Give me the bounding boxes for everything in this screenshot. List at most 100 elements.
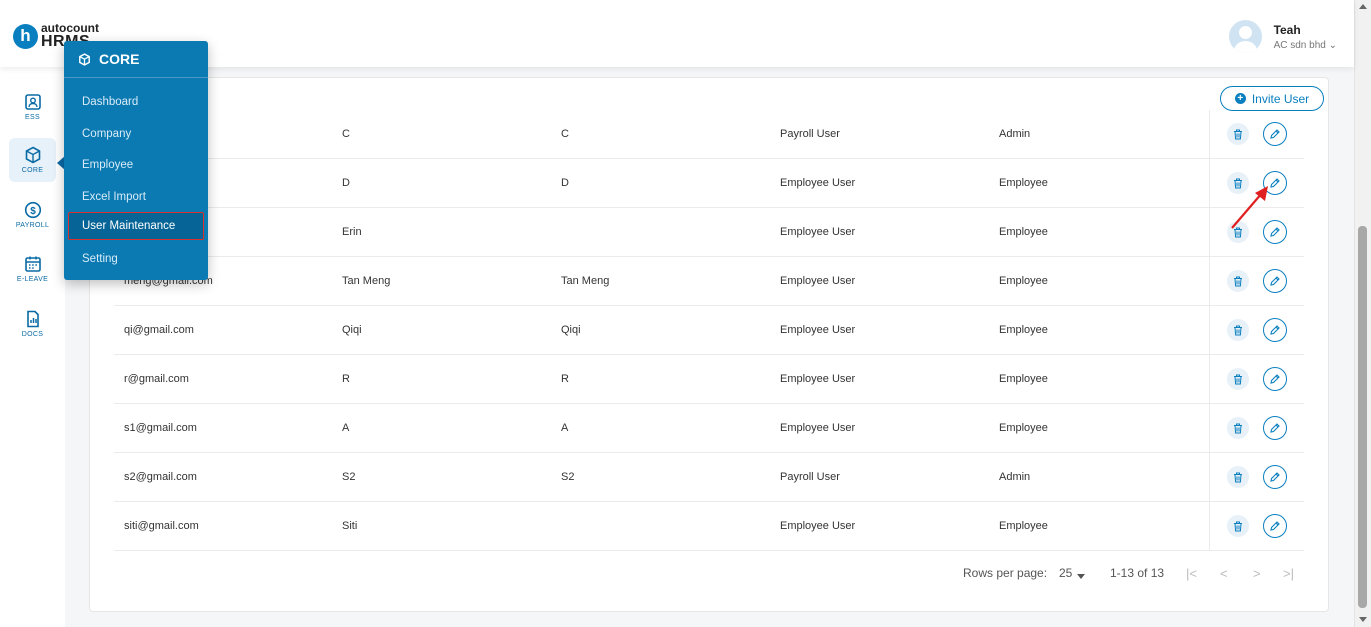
- menu-item-employee[interactable]: Employee: [82, 159, 133, 171]
- document-icon: [26, 310, 39, 328]
- name-cell: R: [342, 373, 350, 385]
- rail-item-ess[interactable]: ESS: [9, 85, 56, 129]
- pencil-icon: [1270, 521, 1280, 531]
- user-company: AC sdn bhd ⌄: [1273, 39, 1337, 51]
- chevron-down-icon: ⌄: [1328, 39, 1337, 51]
- user-type-cell: Employee User: [780, 324, 856, 336]
- scroll-down-arrow[interactable]: [1359, 617, 1367, 622]
- access-cell: Employee: [999, 373, 1048, 385]
- name-cell: Erin: [342, 226, 362, 238]
- logo-mark: h: [13, 23, 38, 49]
- rail-label-ess: ESS: [25, 114, 40, 121]
- table-row: s1@gmail.com A A Employee User Employee: [114, 404, 1304, 453]
- delete-button[interactable]: [1227, 319, 1249, 341]
- rows-per-page-label: Rows per page:: [963, 566, 1048, 580]
- name-cell: S2: [342, 471, 356, 483]
- email-cell: s1@gmail.com: [124, 422, 197, 434]
- trash-icon: [1234, 374, 1242, 384]
- invite-user-button[interactable]: + Invite User: [1220, 86, 1324, 111]
- scroll-thumb[interactable]: [1358, 226, 1367, 608]
- edit-button[interactable]: [1263, 269, 1287, 293]
- rail-item-core[interactable]: CORE: [9, 138, 56, 182]
- trash-icon: [1234, 276, 1242, 286]
- table-row: siti@gmail.com Siti Employee User Employ…: [114, 502, 1304, 551]
- menu-item-setting[interactable]: Setting: [82, 253, 118, 265]
- edit-button[interactable]: [1263, 465, 1287, 489]
- user-type-cell: Payroll User: [780, 471, 840, 483]
- rail-label-payroll: PAYROLL: [15, 222, 50, 229]
- display-name-cell: Qiqi: [561, 324, 581, 336]
- flyout-header: CORE: [64, 41, 208, 78]
- access-cell: Employee: [999, 177, 1048, 189]
- cube-icon: [25, 146, 40, 164]
- pencil-icon: [1270, 423, 1280, 433]
- delete-button[interactable]: [1227, 123, 1249, 145]
- email-cell: s2@gmail.com: [124, 471, 197, 483]
- delete-button[interactable]: [1227, 515, 1249, 537]
- user-type-cell: Employee User: [780, 177, 856, 189]
- user-type-cell: Employee User: [780, 373, 856, 385]
- menu-item-label: User Maintenance: [82, 220, 176, 232]
- pencil-icon: [1270, 325, 1280, 335]
- edit-button[interactable]: [1263, 367, 1287, 391]
- page-scrollbar[interactable]: [1354, 0, 1371, 627]
- user-menu[interactable]: Teah AC sdn bhd ⌄: [1228, 20, 1337, 53]
- trash-icon: [1234, 325, 1242, 335]
- menu-item-user-maintenance[interactable]: User Maintenance: [68, 212, 204, 240]
- name-cell: A: [342, 422, 350, 434]
- pencil-icon: [1270, 276, 1280, 286]
- page-range: 1-13 of 13: [1110, 566, 1165, 580]
- table-row: qi@gmail.com Qiqi Qiqi Employee User Emp…: [114, 306, 1304, 355]
- delete-button[interactable]: [1227, 466, 1249, 488]
- next-page-button[interactable]: >: [1253, 566, 1261, 581]
- display-name-cell: Tan Meng: [561, 275, 610, 287]
- user-name: Teah: [1273, 22, 1301, 37]
- display-name-cell: D: [561, 177, 569, 189]
- table-row: s2@gmail.com S2 S2 Payroll User Admin: [114, 453, 1304, 502]
- menu-item-company[interactable]: Company: [82, 128, 131, 140]
- display-name-cell: R: [561, 373, 569, 385]
- edit-button[interactable]: [1263, 318, 1287, 342]
- delete-button[interactable]: [1227, 368, 1249, 390]
- previous-page-button[interactable]: <: [1220, 566, 1228, 581]
- dollar-icon: $: [24, 201, 41, 219]
- rail-label-core: CORE: [21, 167, 44, 174]
- calendar-icon: [24, 256, 41, 272]
- rail-item-docs[interactable]: DOCS: [9, 302, 56, 346]
- table-row: meng@gmail.com Tan Meng Tan Meng Employe…: [114, 257, 1304, 306]
- access-cell: Admin: [999, 471, 1031, 483]
- user-type-cell: Payroll User: [780, 128, 840, 140]
- name-cell: Qiqi: [342, 324, 362, 336]
- user-type-cell: Employee User: [780, 275, 856, 287]
- delete-button[interactable]: [1227, 417, 1249, 439]
- last-page-button[interactable]: >|: [1283, 566, 1294, 581]
- email-cell: qi@gmail.com: [124, 324, 194, 336]
- rows-per-page-select[interactable]: 25: [1059, 566, 1072, 580]
- edit-button[interactable]: [1263, 514, 1287, 538]
- email-cell: siti@gmail.com: [124, 520, 199, 532]
- annotation-arrow: [1231, 186, 1268, 229]
- invite-user-label: Invite User: [1251, 91, 1310, 106]
- avatar: [1228, 20, 1262, 53]
- menu-item-excel-import[interactable]: Excel Import: [82, 191, 146, 203]
- rail-item-eleave[interactable]: E-LEAVE: [9, 247, 56, 291]
- table-row: D D Employee User Employee: [114, 159, 1304, 208]
- delete-button[interactable]: [1227, 270, 1249, 292]
- first-page-button[interactable]: |<: [1186, 566, 1197, 581]
- trash-icon: [1234, 129, 1242, 139]
- table-row: Erin Employee User Employee: [114, 208, 1304, 257]
- cube-icon: [79, 52, 90, 66]
- user-type-cell: Employee User: [780, 520, 856, 532]
- ess-icon: [24, 94, 41, 110]
- rail-item-payroll[interactable]: $ PAYROLL: [9, 193, 56, 237]
- access-cell: Employee: [999, 324, 1048, 336]
- edit-button[interactable]: [1263, 416, 1287, 440]
- name-cell: C: [342, 128, 350, 140]
- menu-item-dashboard[interactable]: Dashboard: [82, 96, 138, 108]
- pencil-icon: [1270, 374, 1280, 384]
- edit-button[interactable]: [1263, 122, 1287, 146]
- trash-icon: [1234, 423, 1242, 433]
- access-cell: Employee: [999, 520, 1048, 532]
- scroll-up-arrow[interactable]: [1359, 4, 1367, 9]
- table-row: m C C Payroll User Admin: [114, 110, 1304, 159]
